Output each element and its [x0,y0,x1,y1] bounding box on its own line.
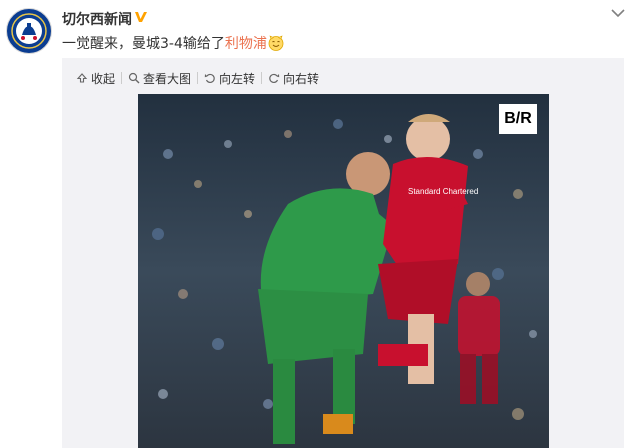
media-expanded-panel: 收起 查看大图 向左转 向右转 Standard Chartered B/R [62,58,624,448]
sponsor-text: Standard Chartered [408,187,478,196]
smiling-face-emoji-icon [268,35,284,51]
rotate-left-label: 向左转 [219,71,256,86]
account-name[interactable]: 切尔西新闻 [62,9,132,29]
collapse-arrow-icon [76,73,88,83]
rotate-right-button[interactable]: 向右转 [268,70,319,87]
verified-v-icon [135,12,147,22]
view-large-label: 查看大图 [143,71,192,86]
media-toolbar: 收起 查看大图 向左转 向右转 [76,68,319,88]
rotate-left-icon [204,73,215,84]
br-watermark: B/R [499,104,537,134]
post-text: 一觉醒来，曼城3-4输给了利物浦 [62,33,284,53]
chelsea-crest-icon [8,10,50,52]
rotate-right-label: 向右转 [283,71,320,86]
toolbar-divider [121,72,123,84]
post-body: 一觉醒来，曼城3-4输给了 [62,36,225,52]
account-avatar[interactable] [6,8,52,54]
magnifier-icon [128,72,140,84]
toolbar-divider [261,72,263,84]
football-collision-photo: Standard Chartered [138,94,549,448]
collapse-label: 收起 [91,71,116,86]
collapse-button[interactable]: 收起 [76,70,115,87]
liverpool-link[interactable]: 利物浦 [225,36,267,52]
view-large-button[interactable]: 查看大图 [128,70,191,87]
rotate-right-icon [269,73,280,84]
rotate-left-button[interactable]: 向左转 [204,70,255,87]
post-image[interactable]: Standard Chartered B/R [138,94,549,448]
toolbar-divider [197,72,199,84]
chevron-down-icon[interactable] [608,6,628,20]
